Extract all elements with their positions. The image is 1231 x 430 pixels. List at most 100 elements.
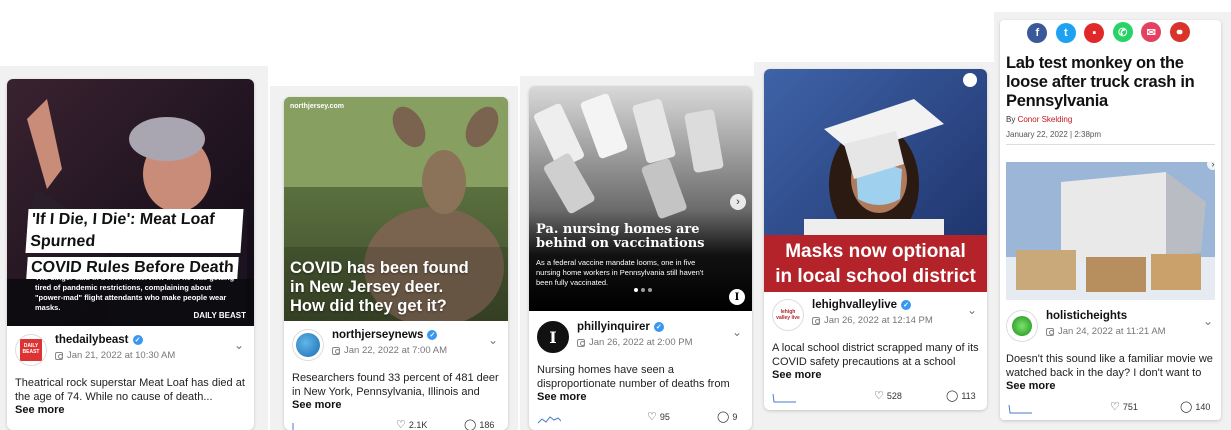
like-count: 2.1K (408, 419, 428, 430)
like-count: 528 (886, 390, 902, 401)
comment-count: 186 (479, 419, 495, 430)
instagram-icon (812, 316, 820, 325)
comment-icon[interactable]: ◯ (717, 410, 729, 423)
post-image[interactable]: Pa. nursing homes are behind on vaccinat… (529, 86, 752, 311)
avatar[interactable]: I (537, 321, 569, 353)
mask-banner: Masks now optional in local school distr… (764, 235, 987, 292)
heart-icon[interactable]: ♡ (396, 418, 406, 430)
image-subtext: The singer said in a recent interview th… (35, 273, 235, 312)
whatsapp-icon[interactable]: ✆ (1112, 22, 1133, 42)
comment-count: 140 (1195, 401, 1211, 412)
post-card-phillyinquirer[interactable]: Pa. nursing homes are behind on vaccinat… (529, 86, 752, 430)
like-count: 751 (1122, 401, 1138, 412)
post-text: Doesn't this sound like a familiar movie… (1006, 353, 1213, 379)
headline-line-1: 'If I Die, I Die': Meat Loaf Spurned (25, 209, 244, 253)
post-text: Nursing homes have seen a disproportiona… (537, 364, 730, 390)
flipboard-icon[interactable]: ▪ (1084, 22, 1105, 43)
see-more-link[interactable]: See more (537, 391, 744, 403)
instagram-icon (1046, 327, 1054, 336)
post-card-northjerseynews[interactable]: northjersey.com COVID has been found in … (284, 97, 508, 430)
sparkline-icon (1008, 404, 1032, 414)
globe-icon (296, 333, 320, 357)
article-date: January 22, 2022 | 2:38pm (1006, 130, 1102, 139)
username[interactable]: northjerseynews (332, 329, 423, 341)
author-link[interactable]: Conor Skelding (1018, 115, 1073, 124)
byline: By Conor Skelding (1006, 115, 1072, 124)
chevron-down-icon[interactable]: ⌄ (234, 338, 244, 352)
verified-icon: ✓ (427, 330, 438, 340)
comment-icon[interactable]: ◯ (464, 418, 476, 430)
avatar[interactable] (1006, 310, 1038, 342)
post-date: Jan 21, 2022 at 10:30 AM (67, 350, 176, 361)
post-date: Jan 22, 2022 at 7:00 AM (344, 345, 447, 356)
share-bar: f t ▪ ✆ ✉ ⚭ (1000, 22, 1221, 43)
post-card-lehighvalleylive[interactable]: Masks now optional in local school distr… (764, 69, 987, 410)
comment-icon[interactable]: ◯ (946, 389, 958, 402)
post-card-holisticheights[interactable]: f t ▪ ✆ ✉ ⚭ Lab test monkey on the loose… (1000, 20, 1221, 420)
sparkline-icon (537, 416, 561, 424)
comment-count: 9 (732, 411, 738, 422)
heart-icon[interactable]: ♡ (647, 410, 657, 423)
sparkline-icon (292, 423, 294, 430)
see-more-link[interactable]: See more (292, 399, 500, 411)
sparkline-icon (772, 393, 796, 403)
twitter-icon[interactable]: t (1055, 22, 1076, 43)
post-date: Jan 24, 2022 at 11:21 AM (1058, 326, 1166, 337)
post-image[interactable]: northjersey.com COVID has been found in … (284, 97, 508, 321)
carousel-dots (634, 288, 652, 292)
byline-label: By (1006, 115, 1016, 124)
see-more-link[interactable]: See more (15, 404, 246, 416)
post-date: Jan 26, 2022 at 12:14 PM (824, 315, 933, 326)
article-headline: Lab test monkey on the loose after truck… (1006, 54, 1195, 110)
inquirer-badge: I (729, 289, 745, 305)
next-arrow-icon[interactable]: › (730, 194, 746, 210)
chevron-down-icon[interactable]: ⌄ (488, 333, 498, 347)
see-more-link[interactable]: See more (1006, 380, 1215, 392)
holistic-logo (1012, 316, 1032, 336)
chevron-down-icon[interactable]: ⌄ (732, 325, 742, 339)
username[interactable]: lehighvalleylive (812, 299, 897, 311)
dailybeast-logo: DAILY BEAST (20, 339, 42, 361)
avatar[interactable]: DAILY BEAST (15, 334, 47, 366)
post-image[interactable]: 'If I Die, I Die': Meat Loaf Spurned COV… (7, 79, 254, 326)
post-text: A local school district scrapped many of… (772, 342, 979, 368)
post-card-thedailybeast[interactable]: 'If I Die, I Die': Meat Loaf Spurned COV… (7, 79, 254, 430)
link-icon[interactable]: ⚭ (1169, 22, 1190, 42)
verified-icon: ✓ (901, 300, 912, 310)
instagram-icon (332, 346, 340, 355)
image-headline: Pa. nursing homes are behind on vaccinat… (536, 222, 705, 251)
email-icon[interactable]: ✉ (1141, 22, 1162, 42)
divider (1006, 144, 1215, 145)
heart-icon[interactable]: ♡ (874, 389, 884, 402)
image-headline: COVID has been found in New Jersey deer.… (290, 259, 469, 315)
post-text: Researchers found 33 percent of 481 deer… (292, 372, 499, 398)
verified-icon: ✓ (132, 335, 143, 345)
comment-icon[interactable]: ◯ (1180, 400, 1192, 413)
truck-crash-photo (1006, 162, 1215, 300)
avatar[interactable] (292, 329, 324, 361)
username[interactable]: phillyinquirer (577, 321, 650, 333)
post-image[interactable]: › (1006, 162, 1215, 300)
post-date: Jan 26, 2022 at 2:00 PM (589, 337, 693, 348)
banner-line-2: in local school district (775, 266, 976, 287)
facebook-icon[interactable]: f (1027, 22, 1048, 43)
comment-count: 113 (961, 390, 976, 401)
site-watermark: northjersey.com (290, 103, 344, 110)
like-count: 95 (659, 411, 670, 422)
username[interactable]: holisticheights (1046, 310, 1127, 322)
chevron-down-icon[interactable]: ⌄ (967, 303, 977, 317)
instagram-icon (55, 351, 63, 360)
post-text: Theatrical rock superstar Meat Loaf has … (15, 377, 245, 403)
see-more-link[interactable]: See more (772, 369, 979, 381)
chevron-down-icon[interactable]: ⌄ (1203, 314, 1213, 328)
heart-icon[interactable]: ♡ (1110, 400, 1120, 413)
verified-icon: ✓ (653, 322, 664, 332)
inquirer-logo: I (549, 327, 557, 347)
username[interactable]: thedailybeast (55, 334, 129, 346)
image-headline: 'If I Die, I Die': Meat Loaf Spurned COV… (25, 209, 244, 279)
brand-watermark: DAILY BEAST (193, 311, 246, 320)
lehighvalley-logo: lehigh valley live (776, 309, 800, 321)
banner-line-1: Masks now optional (785, 241, 966, 262)
post-image[interactable]: Masks now optional in local school distr… (764, 69, 987, 292)
avatar[interactable]: lehigh valley live (772, 299, 804, 331)
